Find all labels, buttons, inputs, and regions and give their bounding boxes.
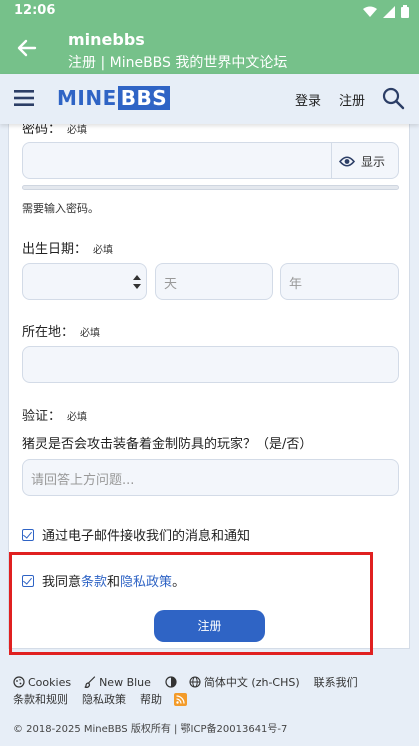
cookies-link[interactable]: Cookies xyxy=(13,676,71,689)
password-required: 必填 xyxy=(67,125,88,136)
signal-icon xyxy=(383,5,395,18)
site-logo[interactable]: MINE BBS xyxy=(57,86,171,110)
cookies-label: Cookies xyxy=(28,675,72,689)
location-label-row: 所在地： 必填 xyxy=(22,321,100,340)
terms-rules-link[interactable]: 条款和规则 xyxy=(13,691,68,707)
password-label: 密码： xyxy=(22,124,62,137)
verify-answer-input[interactable]: 请回答上方问题... xyxy=(22,459,399,496)
paintbrush-icon xyxy=(84,676,96,688)
app-bar: minebbs 注册 | MineBBS 我的世界中文论坛 xyxy=(0,24,419,74)
contact-link[interactable]: 联系我们 xyxy=(314,674,358,690)
theme-toggle[interactable] xyxy=(165,676,177,688)
status-time: 12:06 xyxy=(14,3,56,18)
birthday-required: 必填 xyxy=(93,245,114,256)
location-required: 必填 xyxy=(80,328,101,339)
help-link[interactable]: 帮助 xyxy=(140,691,162,707)
agree-terms-checkbox[interactable] xyxy=(22,574,34,587)
registration-form: 密码： 必填 显示 需要输入密码。 出生日期： 必填 天 年 所在地： 必填 验证： 必… xyxy=(8,124,410,649)
email-opt-in-checkbox[interactable] xyxy=(22,528,34,541)
footer-row-2: 条款和规则 隐私政策 帮助 xyxy=(13,691,187,707)
wifi-icon xyxy=(363,6,377,17)
password-hint: 需要输入密码。 xyxy=(22,202,99,215)
language-label: 简体中文 (zh-CHS) xyxy=(203,676,300,689)
footer-privacy-link[interactable]: 隐私政策 xyxy=(82,691,126,707)
verify-label: 验证： xyxy=(22,409,62,424)
battery-icon xyxy=(401,5,409,18)
birth-year-input[interactable]: 年 xyxy=(280,263,399,300)
app-title: minebbs xyxy=(68,30,145,49)
password-input[interactable]: 显示 xyxy=(22,142,399,179)
agree-terms-text: 我同意条款和隐私政策。 xyxy=(42,571,185,590)
logo-mine: MINE xyxy=(57,86,117,110)
agree-prefix: 我同意 xyxy=(42,575,82,590)
menu-icon[interactable] xyxy=(14,89,34,107)
terms-link[interactable]: 条款 xyxy=(81,575,107,590)
location-input[interactable] xyxy=(22,346,399,383)
birth-month-select[interactable] xyxy=(22,263,147,300)
show-password-button[interactable]: 显示 xyxy=(339,153,385,170)
eye-icon xyxy=(339,156,355,167)
logo-bbs: BBS xyxy=(117,86,171,110)
select-arrows-icon xyxy=(133,275,141,289)
footer-row-1: Cookies New Blue 简体中文 (zh-CHS) 联系我们 xyxy=(13,674,358,690)
page-subtitle: 注册 | MineBBS 我的世界中文论坛 xyxy=(68,55,288,71)
agree-and: 和 xyxy=(107,575,121,590)
verify-required: 必填 xyxy=(67,412,88,423)
status-bar: 12:06 xyxy=(0,0,419,24)
language-chooser-link[interactable]: 简体中文 (zh-CHS) xyxy=(189,674,300,690)
copyright-text: © 2018-2025 MineBBS 版权所有 | 鄂ICP备20013641… xyxy=(13,724,288,735)
verify-question: 猪灵是否会攻击装备着金制防具的玩家？（是/否） xyxy=(22,437,313,452)
location-label: 所在地： xyxy=(22,325,75,340)
search-icon[interactable] xyxy=(381,86,405,110)
back-arrow-icon[interactable] xyxy=(14,35,40,61)
login-link[interactable]: 登录 xyxy=(295,90,321,109)
style-label: New Blue xyxy=(99,675,151,689)
password-label-row: 密码： 必填 xyxy=(22,124,87,137)
privacy-policy-link[interactable]: 隐私政策 xyxy=(120,575,172,590)
globe-icon xyxy=(189,676,201,688)
birth-day-input[interactable]: 天 xyxy=(155,263,273,300)
cookie-icon xyxy=(13,676,25,688)
register-submit-button[interactable]: 注册 xyxy=(154,610,265,642)
contrast-icon xyxy=(165,676,177,688)
password-divider xyxy=(331,143,332,178)
verify-label-row: 验证： 必填 xyxy=(22,405,87,424)
status-icons xyxy=(363,5,409,18)
birthday-label-row: 出生日期： 必填 xyxy=(22,238,113,257)
password-strength-meter xyxy=(22,185,399,190)
site-header: MINE BBS 登录 注册 xyxy=(0,74,419,124)
email-opt-in-row[interactable]: 通过电子邮件接收我们的消息和通知 xyxy=(22,525,250,544)
style-chooser-link[interactable]: New Blue xyxy=(84,676,151,689)
agree-suffix: 。 xyxy=(172,575,186,590)
show-password-label: 显示 xyxy=(361,155,386,169)
register-link[interactable]: 注册 xyxy=(339,90,365,109)
agree-terms-row[interactable]: 我同意条款和隐私政策。 xyxy=(22,571,185,590)
rss-icon[interactable] xyxy=(174,692,187,706)
birthday-label: 出生日期： xyxy=(22,242,88,257)
email-opt-in-label: 通过电子邮件接收我们的消息和通知 xyxy=(42,529,251,544)
